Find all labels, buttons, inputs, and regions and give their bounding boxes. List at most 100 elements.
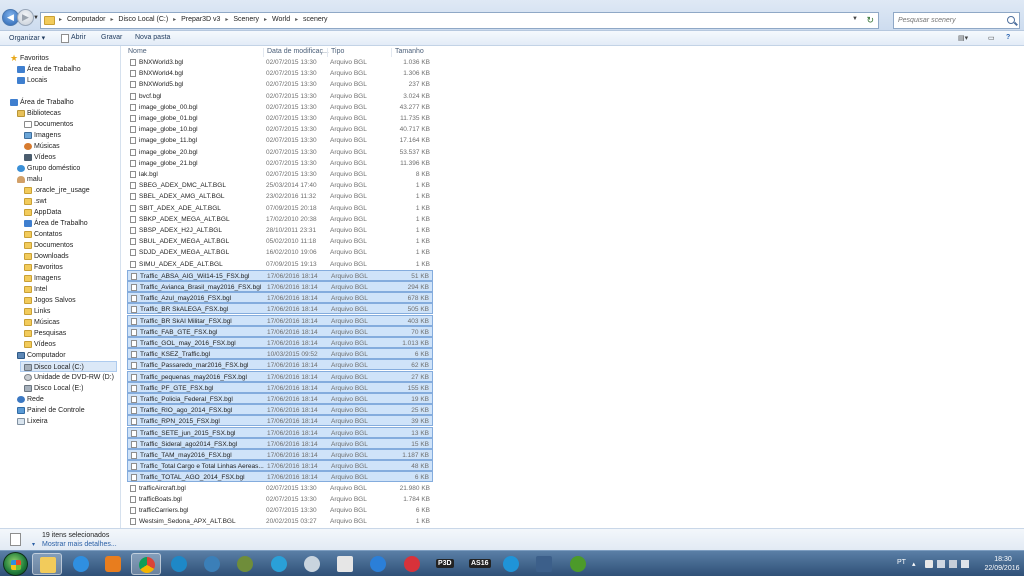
taskbar-app[interactable] <box>330 553 360 575</box>
taskbar-app[interactable] <box>397 553 427 575</box>
breadcrumb-item[interactable]: Scenery <box>233 16 259 23</box>
breadcrumb-item[interactable]: Prepar3D v3 <box>181 16 220 23</box>
file-row[interactable]: Traffic_PF_GTE_FSX.bgl 17/06/2016 18:14 Ar… <box>127 381 433 393</box>
preview-pane-icon[interactable]: ▭ <box>988 34 995 42</box>
taskbar-media-player[interactable] <box>98 553 128 575</box>
burn-button[interactable]: Gravar <box>101 34 122 41</box>
power-icon[interactable] <box>949 560 957 568</box>
file-row[interactable]: trafficBoats.bgl 02/07/2015 13:30 Arquivo … <box>127 494 433 505</box>
file-row[interactable]: Traffic_Policia_Federal_FSX.bgl 17/06/201… <box>127 393 433 404</box>
taskbar-chrome[interactable] <box>131 553 161 575</box>
breadcrumb-item[interactable]: Computador <box>67 16 106 23</box>
open-button[interactable]: Abrir <box>71 34 86 41</box>
taskbar-app[interactable] <box>297 553 327 575</box>
file-row[interactable]: Traffic_TOTAL_AGO_2014_FSX.bgl 17/06/2016… <box>127 471 433 483</box>
taskbar-app[interactable] <box>496 553 526 575</box>
file-row[interactable]: Traffic_TAM_may2016_FSX.bgl 17/06/2016 18… <box>127 449 433 460</box>
file-row[interactable]: SIMU_ADEX_ADE_ALT.BGL 07/09/2015 19:13 Arq… <box>127 259 433 270</box>
column-divider[interactable] <box>391 48 392 57</box>
search-icon[interactable] <box>1007 16 1015 24</box>
network-status-icon[interactable] <box>937 560 945 568</box>
column-divider[interactable] <box>263 48 264 57</box>
file-row[interactable]: Traffic_Passaredo_mar2016_FSX.bgl 17/06/2… <box>127 359 433 371</box>
column-header-name[interactable]: Nome <box>128 48 147 57</box>
file-row[interactable]: Traffic_pequenas_may2016_FSX.bgl 17/06/20… <box>127 370 433 382</box>
show-hidden-icons-icon[interactable]: ▴ <box>912 560 920 568</box>
organize-button[interactable]: Organizar ▾ <box>9 34 45 42</box>
help-icon[interactable]: ? <box>1006 34 1010 41</box>
file-row[interactable]: trafficAircraft.bgl 02/07/2015 13:30 Arqui… <box>127 483 433 494</box>
file-row[interactable]: SDJD_ADEX_MEGA_ALT.BGL 16/02/2010 19:06 Ar… <box>127 247 433 258</box>
file-row[interactable]: Traffic_Azul_may2016_FSX.bgl 17/06/2016 1… <box>127 292 433 304</box>
file-row[interactable]: image_globe_20.bgl 02/07/2015 13:30 Arquiv… <box>127 147 433 158</box>
view-options-icon[interactable]: ▤▾ <box>958 34 968 42</box>
file-row[interactable]: Traffic_Avianca_Brasil_may2016_FSX.bgl 17… <box>127 281 433 292</box>
file-row[interactable]: image_globe_11.bgl 02/07/2015 13:30 Arquiv… <box>127 135 433 146</box>
file-row[interactable]: Traffic_SETE_jun_2015_FSX.bgl 17/06/2016 … <box>127 426 433 438</box>
file-row[interactable]: image_globe_21.bgl 02/07/2015 13:30 Arquiv… <box>127 158 433 169</box>
taskbar-as16[interactable]: AS16 <box>463 553 493 575</box>
file-row[interactable]: Traffic_Sideral_ago2014_FSX.bgl 17/06/201… <box>127 437 433 449</box>
file-row[interactable]: SBUL_ADEX_MEGA_ALT.BGL 05/02/2010 11:18 Ar… <box>127 236 433 247</box>
clock-date[interactable]: 22/09/2016 <box>983 565 1021 572</box>
recent-pages-dropdown[interactable]: ▼ <box>33 15 39 21</box>
column-header-type[interactable]: Tipo <box>331 48 344 57</box>
file-row[interactable]: Traffic_FAB_GTE_FSX.bgl 17/06/2016 18:14 A… <box>127 325 433 337</box>
file-row[interactable]: lak.bgl 02/07/2015 13:30 Arquivo BGL 8 KB <box>127 169 433 180</box>
show-more-details-link[interactable]: Mostrar mais detalhes... <box>42 541 117 548</box>
refresh-icon[interactable]: ↻ <box>866 15 874 26</box>
chevron-right-icon[interactable]: ▸ <box>110 16 113 23</box>
breadcrumb-item[interactable]: Disco Local (C:) <box>118 16 168 23</box>
taskbar-app[interactable] <box>529 553 559 575</box>
file-row[interactable]: Traffic_RPN_2015_FSX.bgl 17/06/2016 18:14… <box>127 415 433 427</box>
taskbar-app[interactable] <box>563 553 593 575</box>
file-row[interactable]: trafficCarriers.bgl 02/07/2015 13:30 Arqui… <box>127 505 433 516</box>
file-row[interactable]: BNXWorld3.bgl 02/07/2015 13:30 Arquivo BGL… <box>127 57 433 68</box>
start-button[interactable] <box>3 552 28 576</box>
file-row[interactable]: Traffic_RIO_ago_2014_FSX.bgl 17/06/2016 1… <box>127 404 433 416</box>
file-row[interactable]: SBEL_ADEX_AMG_ALT.BGL 23/02/2016 11:32 Arq… <box>127 191 433 202</box>
file-row[interactable]: Traffic_Total Cargo e Total Linhas Aerea… <box>127 460 433 472</box>
forward-button[interactable]: ▶ <box>17 9 34 26</box>
file-row[interactable]: Traffic_GOL_may_2016_FSX.bgl 17/06/2016 1… <box>127 337 433 348</box>
file-row[interactable]: Westsim_Sedona_APX_ALT.BGL 20/02/2015 03:… <box>127 516 433 527</box>
taskbar-explorer[interactable] <box>32 553 62 575</box>
breadcrumb-item[interactable]: scenery <box>303 16 328 23</box>
file-row[interactable]: BNXWorld5.bgl 02/07/2015 13:30 Arquivo BGL… <box>127 79 433 90</box>
file-row[interactable]: SBEG_ADEX_DMC_ALT.BGL 25/03/2014 17:40 Arq… <box>127 180 433 191</box>
file-row[interactable]: bvcf.bgl 02/07/2015 13:30 Arquivo BGL 3.024… <box>127 91 433 102</box>
file-row[interactable]: SBSP_ADEX_H2J_ALT.BGL 28/10/2011 23:31 Arq… <box>127 225 433 236</box>
column-divider[interactable] <box>327 48 328 57</box>
taskbar-app[interactable] <box>197 553 227 575</box>
file-row[interactable]: image_globe_00.bgl 02/07/2015 13:30 Arquiv… <box>127 102 433 113</box>
column-header-size[interactable]: Tamanho <box>395 48 424 57</box>
language-indicator[interactable]: PT <box>897 559 906 566</box>
file-row[interactable]: SBKP_ADEX_MEGA_ALT.BGL 17/02/2010 20:38 Ar… <box>127 214 433 225</box>
file-row[interactable]: Traffic_BR SkAI Militar_FSX.bgl 17/06/201… <box>127 314 433 326</box>
volume-icon[interactable] <box>961 560 969 568</box>
chevron-right-icon[interactable]: ▸ <box>264 16 267 23</box>
action-center-icon[interactable] <box>925 560 933 568</box>
file-row[interactable]: BNXWorld4.bgl 02/07/2015 13:30 Arquivo BGL… <box>127 68 433 79</box>
sidebar-item-disk-c[interactable]: Disco Local (C:) <box>20 361 117 372</box>
address-bar[interactable]: ▸ Computador ▸ Disco Local (C:) ▸ Prepar… <box>40 12 879 29</box>
clock-time[interactable]: 18:30 <box>988 556 1018 563</box>
taskbar-app[interactable] <box>363 553 393 575</box>
file-row[interactable]: Traffic_KSEZ_Traffic.bgl 10/03/2015 09:52… <box>127 348 433 360</box>
chevron-right-icon[interactable]: ▸ <box>173 16 176 23</box>
file-row[interactable]: image_globe_01.bgl 02/07/2015 13:30 Arquiv… <box>127 113 433 124</box>
file-row[interactable]: Traffic_BR SkALEGA_FSX.bgl 17/06/2016 18:… <box>127 303 433 315</box>
column-header-date[interactable]: Data de modificaç... <box>267 48 329 57</box>
new-folder-button[interactable]: Nova pasta <box>135 34 170 41</box>
search-input[interactable] <box>898 15 1003 26</box>
taskbar-p3d[interactable]: P3D <box>430 553 460 575</box>
address-dropdown-icon[interactable]: ▼ <box>852 16 858 22</box>
breadcrumb-item[interactable]: World <box>272 16 290 23</box>
taskbar-app[interactable] <box>230 553 260 575</box>
chevron-right-icon[interactable]: ▸ <box>225 16 228 23</box>
taskbar-ie[interactable] <box>66 553 96 575</box>
file-row[interactable]: Traffic_ABSA_AIG_Wil14-15_FSX.bgl 17/06/2… <box>127 269 433 281</box>
taskbar-app[interactable] <box>264 553 294 575</box>
file-row[interactable]: image_globe_10.bgl 02/07/2015 13:30 Arquiv… <box>127 124 433 135</box>
chevron-down-icon[interactable]: ▾ <box>32 541 35 548</box>
